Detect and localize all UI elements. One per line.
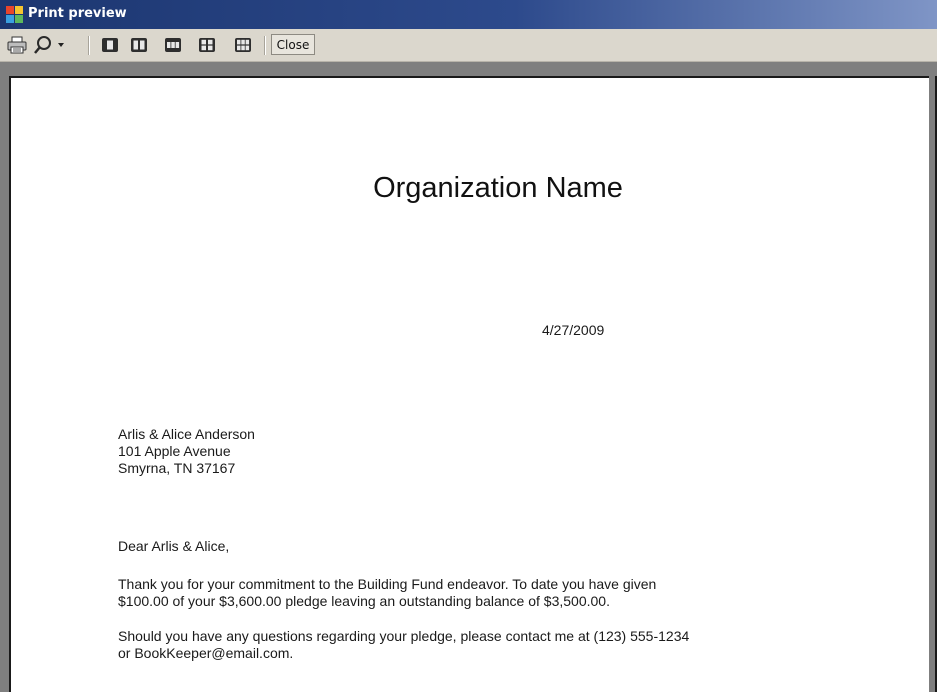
title-bar: Print preview [0,0,937,29]
print-preview-app-icon [6,6,23,23]
toolbar-separator [88,36,90,55]
salutation: Dear Arlis & Alice, [118,538,230,554]
six-pages-icon [235,38,251,52]
document-page: Organization Name 4/27/2009 Arlis & Alic… [9,76,937,692]
chevron-down-icon [58,43,64,47]
recipient-street: 101 Apple Avenue [118,443,231,459]
magnifier-icon [34,36,51,54]
three-pages-button[interactable] [162,33,184,57]
paragraph-line: Thank you for your commitment to the Bui… [118,576,657,592]
zoom-dropdown-button[interactable] [32,33,66,57]
paragraph-line: $100.00 of your $3,600.00 pledge leaving… [118,593,610,609]
printer-icon [7,36,27,54]
letter-date: 4/27/2009 [542,322,605,338]
close-button-label: Close [276,37,310,52]
organization-name: Organization Name [373,172,623,204]
two-pages-icon [131,38,147,52]
one-page-button[interactable] [99,33,121,57]
four-pages-icon [199,38,215,52]
four-pages-button[interactable] [196,33,218,57]
toolbar: Close [0,29,937,62]
print-button[interactable] [6,33,28,57]
two-pages-button[interactable] [128,33,150,57]
toolbar-separator [264,36,266,55]
recipient-name: Arlis & Alice Anderson [118,426,255,442]
one-page-icon [102,38,118,52]
six-pages-button[interactable] [232,33,254,57]
recipient-city: Smyrna, TN 37167 [118,460,236,476]
three-pages-icon [165,38,181,52]
close-button[interactable]: Close [271,34,315,55]
paragraph-line: or BookKeeper@email.com. [118,645,294,661]
window-title: Print preview [28,6,127,21]
paragraph-line: Should you have any questions regarding … [118,628,690,644]
